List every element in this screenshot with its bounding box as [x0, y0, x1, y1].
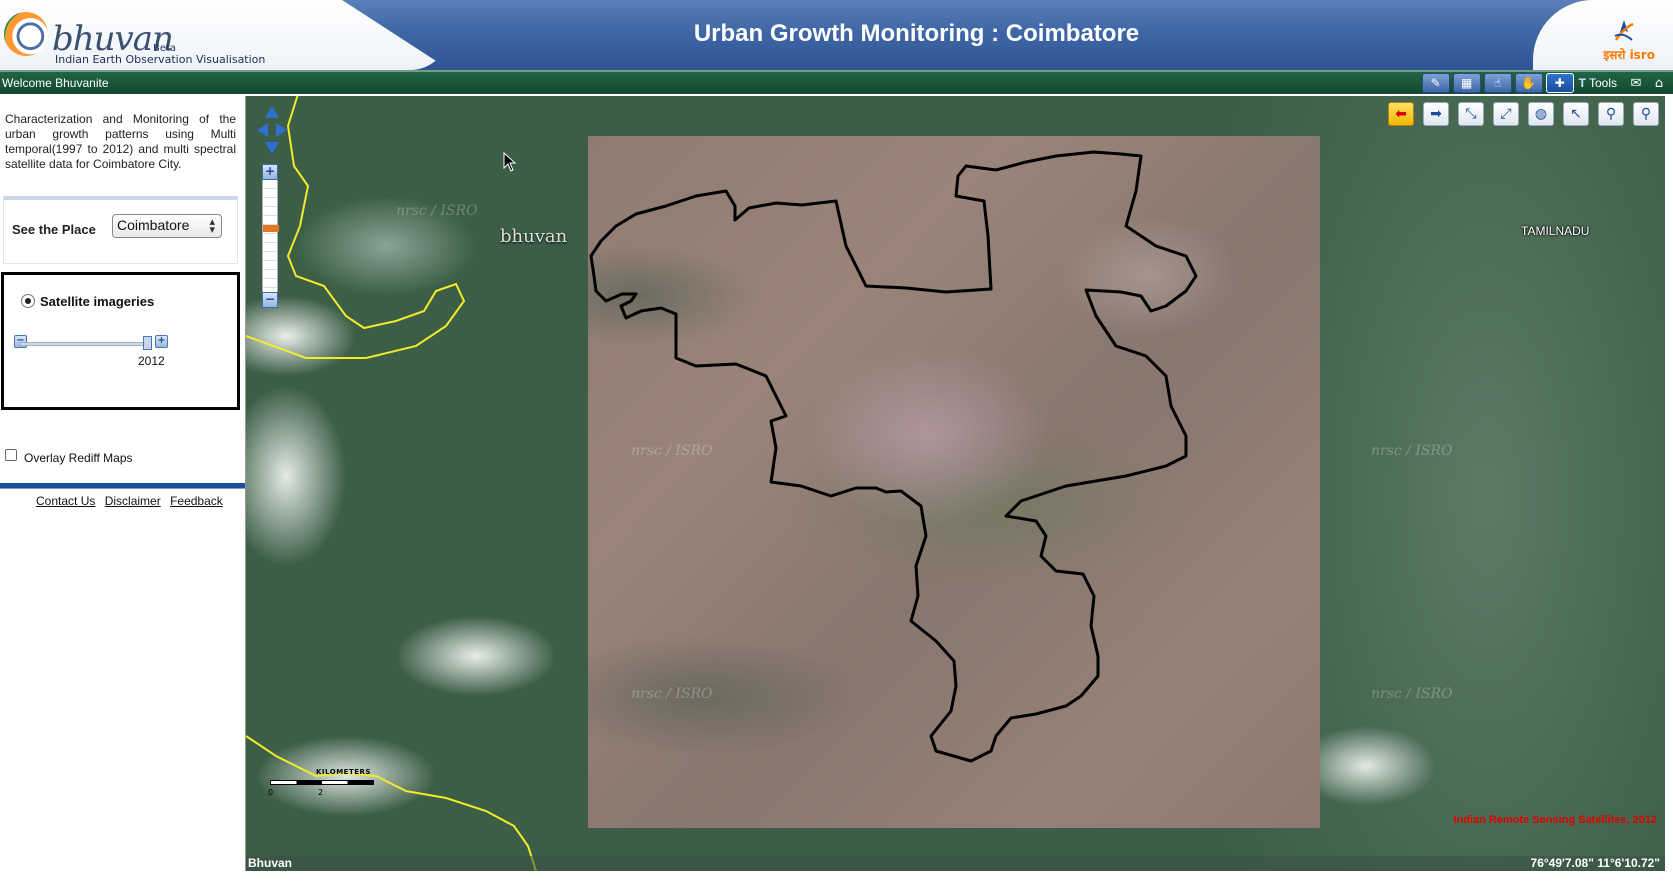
- mail-icon[interactable]: ✉: [1626, 74, 1646, 92]
- pan-right-icon: [276, 123, 287, 137]
- nrsc-watermark: nrsc / ISRO: [631, 686, 713, 702]
- place-select-value: Coimbatore: [117, 217, 190, 233]
- tools-label: Tools: [1588, 76, 1617, 90]
- contact-us-link[interactable]: Contact Us: [36, 494, 95, 508]
- nrsc-watermark: nrsc / ISRO: [396, 203, 478, 219]
- disclaimer-link[interactable]: Disclaimer: [105, 494, 161, 508]
- crosshair-icon[interactable]: ✚: [1545, 73, 1574, 93]
- nrsc-watermark: nrsc / ISRO: [1371, 686, 1453, 702]
- year-slider-handle[interactable]: [143, 336, 152, 350]
- imagery-credit: Indian Remote Sensing Satellites, 2012: [1453, 814, 1657, 826]
- bhuvan-watermark: bhuvan: [500, 226, 568, 247]
- scale-bar-graphic: [270, 780, 374, 785]
- pan-left-icon: [257, 123, 268, 137]
- scale-tick: 2: [318, 788, 324, 797]
- sidebar-divider: [0, 483, 245, 489]
- place-label: See the Place: [12, 222, 96, 237]
- select-pointer-icon[interactable]: ↖: [1563, 102, 1589, 126]
- project-description: Characterization and Monitoring of the u…: [5, 112, 236, 171]
- zoom-slider[interactable]: + −: [262, 164, 279, 308]
- pan-up-icon: [265, 106, 279, 118]
- zoom-in-button[interactable]: +: [262, 164, 278, 180]
- top-toolbar: ✎ ▦ ☝ ✋ ✚ T Tools ✉ ⌂: [1421, 72, 1673, 94]
- wrench-icon: T: [1578, 76, 1586, 90]
- isro-text: इसरो isro: [1603, 48, 1655, 62]
- sidebar: Characterization and Monitoring of the u…: [0, 94, 245, 887]
- scale-label: KILOMETERS: [316, 768, 371, 776]
- scale-tick: 0: [268, 788, 274, 797]
- tools-button[interactable]: T Tools: [1577, 76, 1623, 90]
- state-label: TAMILNADU: [1521, 224, 1590, 238]
- map-status-bar: Bhuvan 76°49'7.08" 11°6'10.72": [246, 856, 1665, 871]
- mouse-cursor-icon: [503, 152, 517, 172]
- full-extent-icon[interactable]: ⤢: [1493, 102, 1519, 126]
- satellite-label: Satellite imageries: [40, 294, 155, 309]
- satellite-radio[interactable]: [21, 294, 35, 308]
- year-slider-plus-button[interactable]: +: [155, 335, 168, 348]
- zoom-handle[interactable]: [263, 225, 279, 232]
- map-toolbar: ⬅ ➡ ⤡ ⤢ ◍ ↖ ⚲ ⚲: [1388, 102, 1659, 126]
- footer-links: Contact Us Disclaimer Feedback: [36, 494, 229, 508]
- select-caret-icon: ▴ ▾: [209, 216, 215, 236]
- layers-icon[interactable]: ▦: [1452, 73, 1481, 93]
- zoom-out-button[interactable]: −: [262, 292, 278, 308]
- nrsc-watermark: nrsc / ISRO: [631, 443, 713, 459]
- logo-subtitle: Indian Earth Observation Visualisation: [55, 53, 266, 66]
- page-title: Urban Growth Monitoring : Coimbatore: [693, 20, 1140, 47]
- zoom-out-icon[interactable]: ⚲: [1598, 102, 1624, 126]
- isro-logo: इसरो isro: [1599, 18, 1655, 62]
- coordinates-readout: 76°49'7.08" 11°6'10.72": [1530, 856, 1660, 870]
- zoom-track[interactable]: [262, 180, 279, 292]
- pan-hand-icon[interactable]: ✋: [1514, 73, 1543, 93]
- pan-down-icon: [265, 142, 279, 154]
- zoom-extent-icon[interactable]: ⤡: [1458, 102, 1484, 126]
- zoom-in-icon[interactable]: ⚲: [1633, 102, 1659, 126]
- welcome-text: Welcome Bhuvanite: [2, 76, 109, 90]
- pan-control[interactable]: [254, 104, 290, 156]
- place-selector-panel: See the Place Coimbatore ▴ ▾: [3, 196, 238, 264]
- year-slider-value: 2012: [138, 354, 165, 368]
- map-viewport[interactable]: nrsc / ISRO nrsc / ISRO nrsc / ISRO nrsc…: [245, 96, 1665, 871]
- home-icon[interactable]: ⌂: [1649, 74, 1669, 92]
- back-arrow-icon[interactable]: ⬅: [1388, 102, 1414, 126]
- toolbar-strip: Welcome Bhuvanite ✎ ▦ ☝ ✋ ✚ T Tools ✉ ⌂: [0, 70, 1673, 94]
- feedback-link[interactable]: Feedback: [170, 494, 223, 508]
- status-brand: Bhuvan: [248, 856, 293, 870]
- forward-arrow-icon[interactable]: ➡: [1423, 102, 1449, 126]
- overlay-rediff-label: Overlay Rediff Maps: [24, 451, 133, 465]
- isro-rocket-icon: [1614, 20, 1634, 41]
- pencil-icon[interactable]: ✎: [1421, 73, 1450, 93]
- nrsc-watermark: nrsc / ISRO: [1371, 443, 1453, 459]
- year-slider-track[interactable]: [20, 342, 150, 346]
- hand-pointer-icon[interactable]: ☝: [1483, 73, 1512, 93]
- app-header: bhuvan Beta Indian Earth Observation Vis…: [0, 0, 1673, 70]
- place-select[interactable]: Coimbatore ▴ ▾: [112, 214, 222, 238]
- overlay-rediff-checkbox[interactable]: [5, 449, 17, 461]
- globe-icon[interactable]: ◍: [1528, 102, 1554, 126]
- satellite-panel: Satellite imageries − + 2012: [1, 272, 240, 410]
- scale-bar: KILOMETERS 0 2: [268, 768, 375, 806]
